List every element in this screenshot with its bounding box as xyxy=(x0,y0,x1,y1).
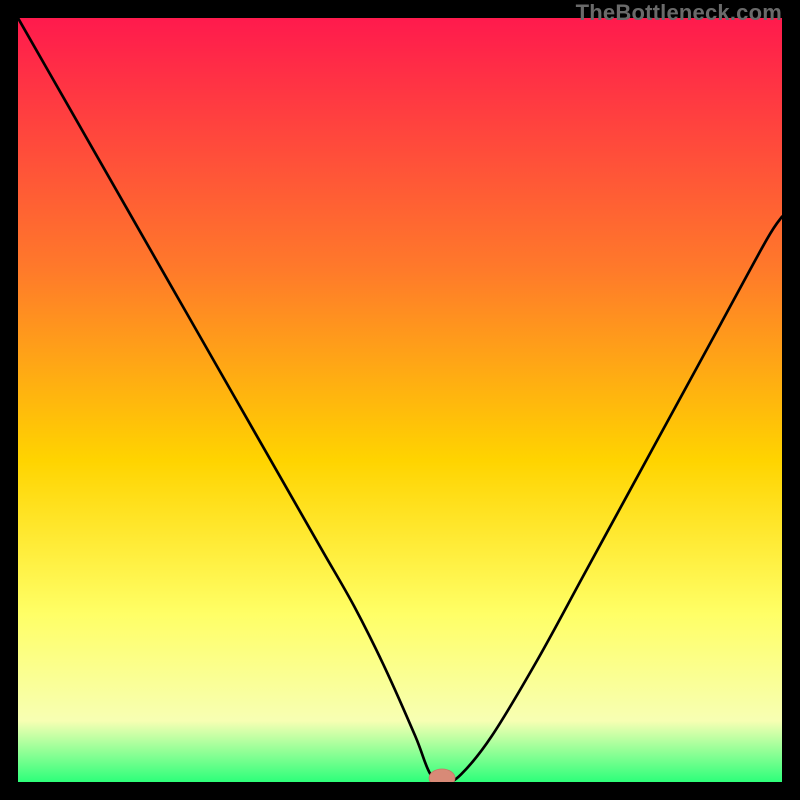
heat-gradient-background xyxy=(18,18,782,782)
plot-area xyxy=(18,18,782,782)
watermark-text: TheBottleneck.com xyxy=(576,0,782,26)
chart-frame: TheBottleneck.com xyxy=(0,0,800,800)
bottleneck-chart-svg xyxy=(18,18,782,782)
